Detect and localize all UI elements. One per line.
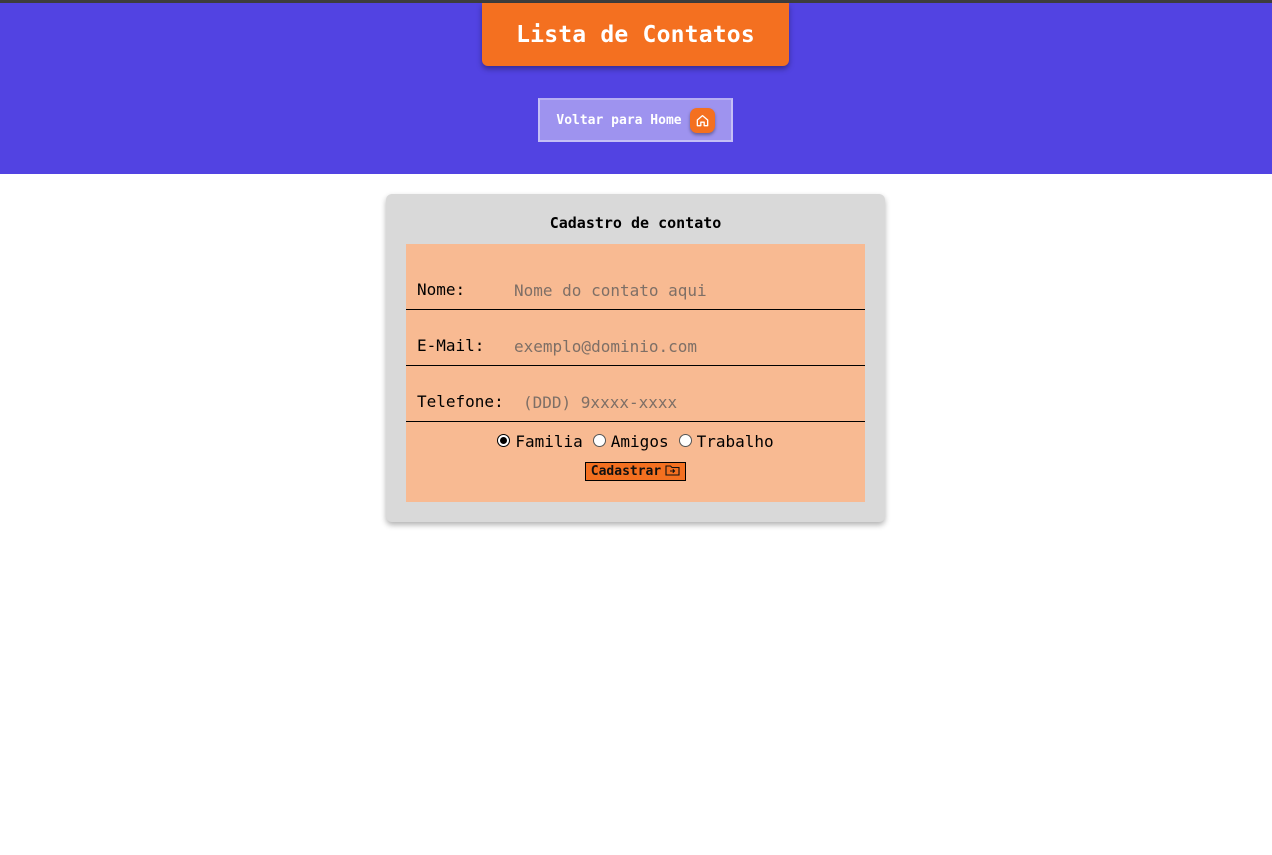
name-row: Nome:: [406, 254, 865, 310]
form-heading: Cadastro de contato: [549, 214, 722, 232]
phone-input[interactable]: [523, 391, 853, 413]
radio-amigos-label: Amigos: [610, 432, 669, 451]
phone-label: Telefone:: [417, 392, 504, 411]
radio-trabalho[interactable]: Trabalho: [678, 432, 774, 451]
radio-button-checked[interactable]: [497, 434, 511, 447]
radio-trabalho-label: Trabalho: [696, 432, 774, 451]
add-folder-icon: [665, 464, 680, 480]
home-icon: [689, 107, 715, 133]
contact-card: Cadastro de contato Nome: E-Mail: Telefo…: [386, 194, 885, 522]
back-home-label: Voltar para Home: [556, 112, 682, 128]
name-input[interactable]: [514, 279, 844, 301]
contact-form: Nome: E-Mail: Telefone: Familia Amigos T…: [406, 244, 865, 502]
radio-button[interactable]: [592, 434, 606, 447]
name-label: Nome:: [417, 280, 466, 299]
radio-familia[interactable]: Familia: [497, 432, 583, 451]
page-title: Lista de Contatos: [516, 21, 755, 48]
title-box: Lista de Contatos: [482, 3, 789, 66]
category-radio-group: Familia Amigos Trabalho: [406, 432, 865, 451]
email-input[interactable]: [514, 335, 844, 357]
radio-amigos[interactable]: Amigos: [592, 432, 669, 451]
phone-row: Telefone:: [406, 366, 865, 422]
back-home-link[interactable]: Voltar para Home: [538, 98, 733, 142]
page-header: Lista de Contatos Voltar para Home: [0, 3, 1272, 174]
email-row: E-Mail:: [406, 310, 865, 366]
cadastrar-label: Cadastrar: [590, 464, 662, 479]
email-label: E-Mail:: [417, 336, 485, 355]
radio-button[interactable]: [678, 434, 692, 447]
radio-familia-label: Familia: [515, 432, 583, 451]
cadastrar-button[interactable]: Cadastrar: [585, 462, 686, 481]
